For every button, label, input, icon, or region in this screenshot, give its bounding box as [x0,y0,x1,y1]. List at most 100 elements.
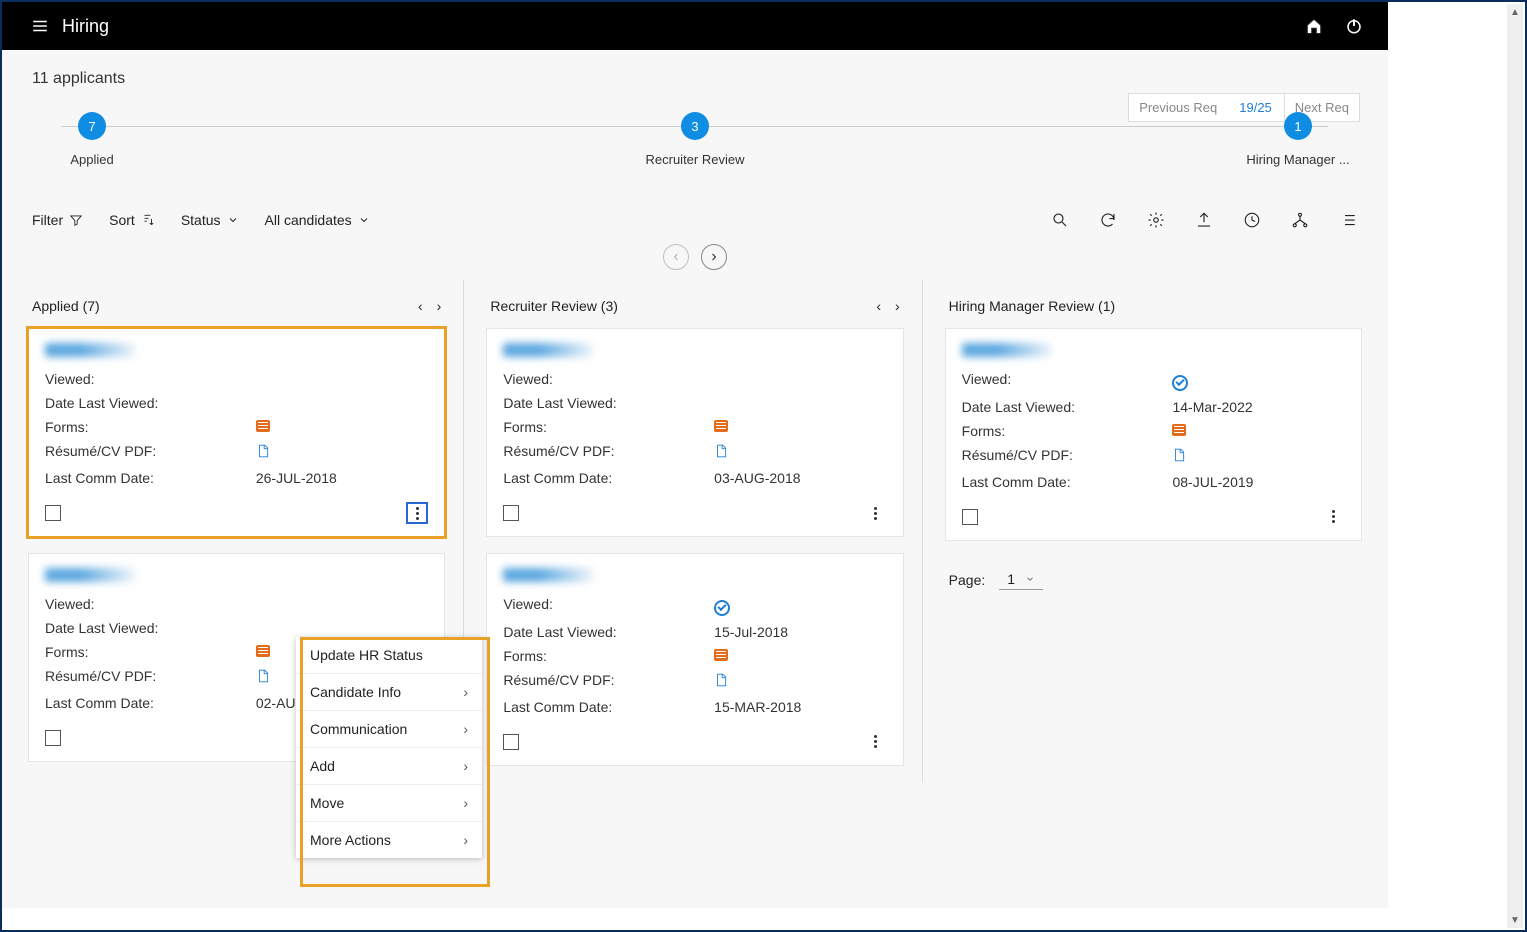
candidate-name[interactable] [503,343,593,357]
search-icon[interactable] [1050,210,1070,230]
stage-recruiter-review[interactable]: 3 Recruiter Review [635,112,755,167]
page-next-button[interactable] [701,244,727,270]
hierarchy-icon[interactable] [1290,210,1310,230]
gear-icon[interactable] [1146,210,1166,230]
pdf-icon[interactable] [714,675,728,691]
select-checkbox[interactable] [45,730,61,746]
row-label: Résumé/CV PDF: [45,443,256,462]
forms-value [1172,423,1186,439]
forms-icon[interactable] [714,420,728,432]
kebab-icon[interactable] [865,502,887,524]
select-checkbox[interactable] [503,505,519,521]
chevron-right-icon[interactable]: › [437,298,442,314]
menu-item[interactable]: Move› [296,785,482,822]
candidate-name[interactable] [503,568,593,582]
card-row: Viewed: [503,592,886,620]
viewed-value [714,596,730,616]
menu-item-label: Update HR Status [310,647,423,663]
card-row: Last Comm Date:08-JUL-2019 [962,470,1345,494]
card-row: Résumé/CV PDF: [45,439,428,466]
forms-value [256,419,270,435]
pdf-icon[interactable] [714,446,728,462]
actions-menu: Update HR StatusCandidate Info›Communica… [296,637,482,858]
row-label: Last Comm Date: [45,695,256,711]
candidate-name[interactable] [962,343,1052,357]
forms-icon[interactable] [256,420,270,432]
chevron-right-icon[interactable]: › [895,298,900,314]
check-circle-icon [1172,375,1188,391]
card-footer [45,490,428,526]
forms-icon[interactable] [256,645,270,657]
status-label: Status [181,212,221,228]
card-row: Last Comm Date:03-AUG-2018 [503,466,886,490]
kebab-icon[interactable] [1323,506,1345,528]
card-row: Date Last Viewed: [45,391,428,415]
column-header: Recruiter Review (3)‹› [482,280,907,328]
candidates-label: All candidates [265,212,352,228]
candidate-card[interactable]: Viewed:Date Last Viewed: Forms: Résumé/CV … [28,328,445,537]
clock-icon[interactable] [1242,210,1262,230]
pdf-icon[interactable] [256,671,270,687]
stage-label: Hiring Manager ... [1238,152,1358,167]
page-title: Hiring [62,16,109,37]
menu-item-label: More Actions [310,832,391,848]
chevron-left-icon[interactable]: ‹ [876,298,881,314]
menu-item[interactable]: Candidate Info› [296,674,482,711]
stage-applied[interactable]: 7 Applied [32,112,152,167]
resume-value [256,668,270,687]
filter-button[interactable]: Filter [32,212,83,228]
menu-icon[interactable] [30,16,50,36]
candidate-name[interactable] [45,343,135,357]
candidates-button[interactable]: All candidates [265,212,370,228]
row-label: Forms: [45,419,256,435]
chevron-down-icon [1025,574,1035,584]
last-comm-value: 02-AU [256,695,296,711]
row-label: Last Comm Date: [45,470,256,486]
chevron-left-icon[interactable]: ‹ [418,298,423,314]
forms-icon[interactable] [1172,424,1186,436]
menu-item[interactable]: Update HR Status [296,637,482,674]
page-value: 1 [1007,571,1015,587]
row-label: Last Comm Date: [962,474,1173,490]
select-checkbox[interactable] [45,505,61,521]
main-content: Previous Req 19/25 Next Req 11 applicant… [2,50,1388,908]
candidate-card[interactable]: Viewed:Date Last Viewed:14-Mar-2022Forms… [945,328,1362,541]
row-label: Last Comm Date: [503,470,714,486]
sort-button[interactable]: Sort [109,212,155,228]
menu-item[interactable]: Add› [296,748,482,785]
menu-item-label: Communication [310,721,407,737]
chevron-right-icon: › [463,832,468,848]
stage-label: Applied [32,152,152,167]
power-icon[interactable] [1344,16,1364,36]
menu-item[interactable]: More Actions › [296,822,482,858]
resume-value [714,443,728,462]
refresh-icon[interactable] [1098,210,1118,230]
last-comm-value: 03-AUG-2018 [714,470,800,486]
page-prev-button[interactable] [663,244,689,270]
menu-item[interactable]: Communication› [296,711,482,748]
outer-scrollbar[interactable]: ▲ ▼ [1507,4,1523,928]
kebab-icon[interactable] [865,731,887,753]
select-checkbox[interactable] [503,734,519,750]
select-checkbox[interactable] [962,509,978,525]
row-label: Forms: [962,423,1173,439]
viewed-value [1172,371,1188,391]
topbar: Hiring [2,2,1388,50]
page-dropdown[interactable]: 1 [999,571,1043,590]
row-label: Résumé/CV PDF: [962,447,1173,466]
card-row: Viewed: [45,367,428,391]
list-icon[interactable] [1338,210,1358,230]
home-icon[interactable] [1304,16,1324,36]
kebab-icon[interactable] [406,502,428,524]
pdf-icon[interactable] [256,446,270,462]
filter-icon [69,213,83,227]
candidate-name[interactable] [45,568,135,582]
forms-icon[interactable] [714,649,728,661]
upload-icon[interactable] [1194,210,1214,230]
pdf-icon[interactable] [1172,450,1186,466]
candidate-card[interactable]: Viewed:Date Last Viewed:15-Jul-2018Forms… [486,553,903,766]
row-label: Date Last Viewed: [503,624,714,640]
status-button[interactable]: Status [181,212,239,228]
stage-hiring-manager[interactable]: 1 Hiring Manager ... [1238,112,1358,167]
candidate-card[interactable]: Viewed:Date Last Viewed:Forms:Résumé/CV … [486,328,903,537]
